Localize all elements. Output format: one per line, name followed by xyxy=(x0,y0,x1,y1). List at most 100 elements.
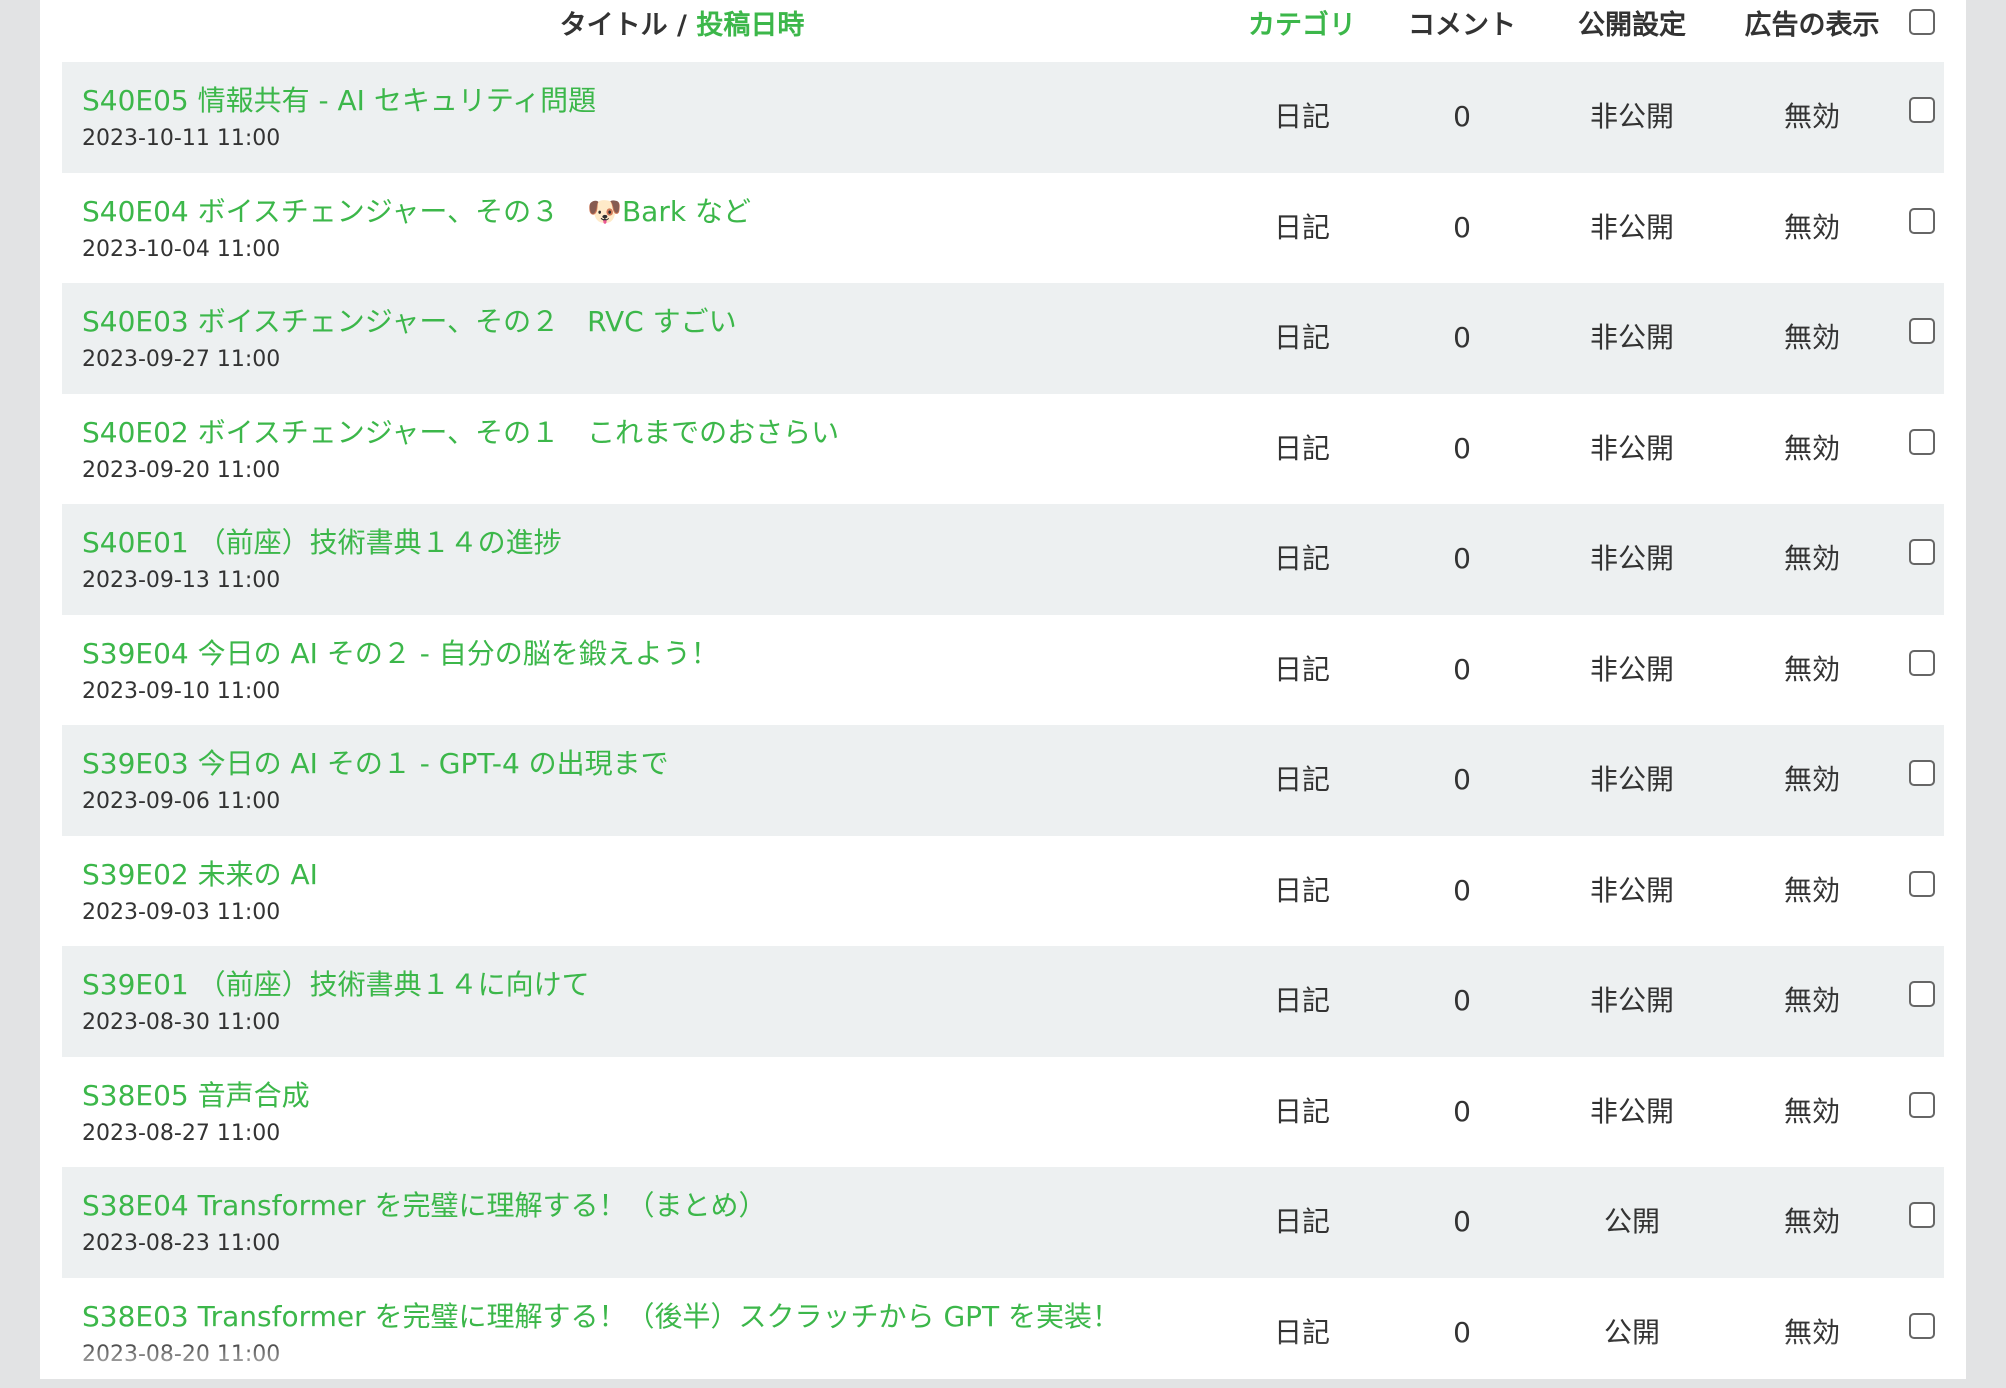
article-post-date: 2023-09-13 11:00 xyxy=(82,568,280,593)
article-comment-count: 0 xyxy=(1392,836,1532,947)
row-select-checkbox[interactable] xyxy=(1909,208,1935,234)
date-sort-link[interactable]: 投稿日時 xyxy=(696,10,804,41)
row-select-checkbox[interactable] xyxy=(1909,97,1935,123)
select-all-cell xyxy=(1902,0,1942,52)
article-title-link[interactable]: S40E02 ボイスチェンジャー、その１ これまでのおさらい xyxy=(82,411,839,451)
row-select-cell xyxy=(1902,1057,1942,1168)
select-all-checkbox[interactable] xyxy=(1909,9,1935,35)
bottom-fade xyxy=(40,1339,1966,1379)
article-title-link[interactable]: S39E04 今日の AI その２ - 自分の脳を鍛えよう！ xyxy=(82,632,719,672)
row-select-checkbox[interactable] xyxy=(1909,981,1935,1007)
table-row: S39E03 今日の AI その１ - GPT-4 の出現まで 2023-09-0… xyxy=(62,725,1944,836)
article-category: 日記 xyxy=(1232,946,1372,1057)
row-select-checkbox[interactable] xyxy=(1909,1313,1935,1339)
ads-column-header: 広告の表示 xyxy=(1732,0,1892,52)
article-ad-display: 無効 xyxy=(1732,504,1892,615)
row-select-checkbox[interactable] xyxy=(1909,871,1935,897)
table-row: S40E02 ボイスチェンジャー、その１ これまでのおさらい 2023-09-20… xyxy=(62,394,1944,505)
article-ad-display: 無効 xyxy=(1732,173,1892,284)
article-ad-display: 無効 xyxy=(1732,836,1892,947)
article-title-link[interactable]: S40E05 情報共有 - AI セキュリティ問題 xyxy=(82,79,596,119)
row-select-cell xyxy=(1902,504,1942,615)
article-title-link[interactable]: S38E03 Transformer を完璧に理解する！（後半）スクラッチから … xyxy=(82,1295,1120,1335)
article-comment-count: 0 xyxy=(1392,62,1532,173)
table-body: S40E05 情報共有 - AI セキュリティ問題 2023-10-11 11:0… xyxy=(62,62,1944,1388)
table-row: S38E04 Transformer を完璧に理解する！（まとめ）2023-08… xyxy=(62,1167,1944,1278)
table-row: S40E03 ボイスチェンジャー、その２ RVC すごい 2023-09-27 1… xyxy=(62,283,1944,394)
visibility-column-header: 公開設定 xyxy=(1552,0,1712,52)
row-select-checkbox[interactable] xyxy=(1909,429,1935,455)
article-post-date: 2023-08-30 11:00 xyxy=(82,1010,280,1035)
articles-table: タイトル / 投稿日時 カテゴリ コメント 公開設定 広告の表示 S40E05 … xyxy=(62,0,1944,1388)
article-ad-display: 無効 xyxy=(1732,946,1892,1057)
row-select-cell xyxy=(1902,946,1942,1057)
article-post-date: 2023-08-27 11:00 xyxy=(82,1121,280,1146)
table-row: S39E01 （前座）技術書典１４に向けて 2023-08-30 11:00 日記0… xyxy=(62,946,1944,1057)
article-visibility: 非公開 xyxy=(1552,615,1712,726)
row-select-cell xyxy=(1902,394,1942,505)
comments-column-header: コメント xyxy=(1392,0,1532,52)
article-ad-display: 無効 xyxy=(1732,283,1892,394)
article-category: 日記 xyxy=(1232,615,1372,726)
content-panel: タイトル / 投稿日時 カテゴリ コメント 公開設定 広告の表示 S40E05 … xyxy=(40,0,1966,1379)
table-row: S38E05 音声合成2023-08-27 11:00日記0非公開無効 xyxy=(62,1057,1944,1168)
article-category: 日記 xyxy=(1232,1057,1372,1168)
article-comment-count: 0 xyxy=(1392,504,1532,615)
row-select-cell xyxy=(1902,173,1942,284)
article-title-link[interactable]: S38E05 音声合成 xyxy=(82,1074,310,1114)
article-post-date: 2023-09-20 11:00 xyxy=(82,458,280,483)
table-row: S40E04 ボイスチェンジャー、その３ 🐶Bark など2023-10-04 … xyxy=(62,173,1944,284)
article-category: 日記 xyxy=(1232,62,1372,173)
article-visibility: 非公開 xyxy=(1552,725,1712,836)
article-post-date: 2023-09-06 11:00 xyxy=(82,789,280,814)
article-post-date: 2023-09-03 11:00 xyxy=(82,900,280,925)
article-visibility: 非公開 xyxy=(1552,62,1712,173)
row-select-checkbox[interactable] xyxy=(1909,760,1935,786)
row-select-cell xyxy=(1902,283,1942,394)
row-select-checkbox[interactable] xyxy=(1909,1202,1935,1228)
article-title-link[interactable]: S39E02 未来の AI xyxy=(82,853,318,893)
article-category: 日記 xyxy=(1232,283,1372,394)
article-category: 日記 xyxy=(1232,173,1372,284)
article-comment-count: 0 xyxy=(1392,946,1532,1057)
article-visibility: 非公開 xyxy=(1552,283,1712,394)
row-select-checkbox[interactable] xyxy=(1909,318,1935,344)
article-visibility: 非公開 xyxy=(1552,1057,1712,1168)
article-category: 日記 xyxy=(1232,836,1372,947)
row-select-checkbox[interactable] xyxy=(1909,1092,1935,1118)
table-row: S40E05 情報共有 - AI セキュリティ問題 2023-10-11 11:0… xyxy=(62,62,1944,173)
header-separator: / xyxy=(668,10,697,41)
row-select-cell xyxy=(1902,62,1942,173)
row-select-checkbox[interactable] xyxy=(1909,650,1935,676)
table-header: タイトル / 投稿日時 カテゴリ コメント 公開設定 広告の表示 xyxy=(62,0,1944,62)
article-post-date: 2023-10-11 11:00 xyxy=(82,126,280,151)
article-visibility: 非公開 xyxy=(1552,946,1712,1057)
article-title-link[interactable]: S38E04 Transformer を完璧に理解する！（まとめ） xyxy=(82,1184,767,1224)
article-ad-display: 無効 xyxy=(1732,725,1892,836)
article-title-link[interactable]: S39E01 （前座）技術書典１４に向けて xyxy=(82,963,590,1003)
category-sort-link[interactable]: カテゴリ xyxy=(1232,0,1372,52)
table-row: S40E01 （前座）技術書典１４の進捗2023-09-13 11:00日記0非… xyxy=(62,504,1944,615)
article-title-link[interactable]: S40E03 ボイスチェンジャー、その２ RVC すごい xyxy=(82,300,737,340)
article-comment-count: 0 xyxy=(1392,615,1532,726)
row-select-checkbox[interactable] xyxy=(1909,539,1935,565)
article-visibility: 非公開 xyxy=(1552,836,1712,947)
article-category: 日記 xyxy=(1232,394,1372,505)
row-select-cell xyxy=(1902,836,1942,947)
article-title-link[interactable]: S40E04 ボイスチェンジャー、その３ 🐶Bark など xyxy=(82,190,751,230)
article-ad-display: 無効 xyxy=(1732,615,1892,726)
article-title-link[interactable]: S40E01 （前座）技術書典１４の進捗 xyxy=(82,521,562,561)
article-visibility: 公開 xyxy=(1552,1167,1712,1278)
article-category: 日記 xyxy=(1232,725,1372,836)
row-select-cell xyxy=(1902,615,1942,726)
article-comment-count: 0 xyxy=(1392,1057,1532,1168)
table-row: S39E02 未来の AI 2023-09-03 11:00 日記0非公開無効 xyxy=(62,836,1944,947)
article-comment-count: 0 xyxy=(1392,394,1532,505)
article-comment-count: 0 xyxy=(1392,283,1532,394)
article-visibility: 非公開 xyxy=(1552,394,1712,505)
article-comment-count: 0 xyxy=(1392,725,1532,836)
row-select-cell xyxy=(1902,725,1942,836)
article-title-link[interactable]: S39E03 今日の AI その１ - GPT-4 の出現まで xyxy=(82,742,669,782)
article-ad-display: 無効 xyxy=(1732,1167,1892,1278)
article-post-date: 2023-09-27 11:00 xyxy=(82,347,280,372)
